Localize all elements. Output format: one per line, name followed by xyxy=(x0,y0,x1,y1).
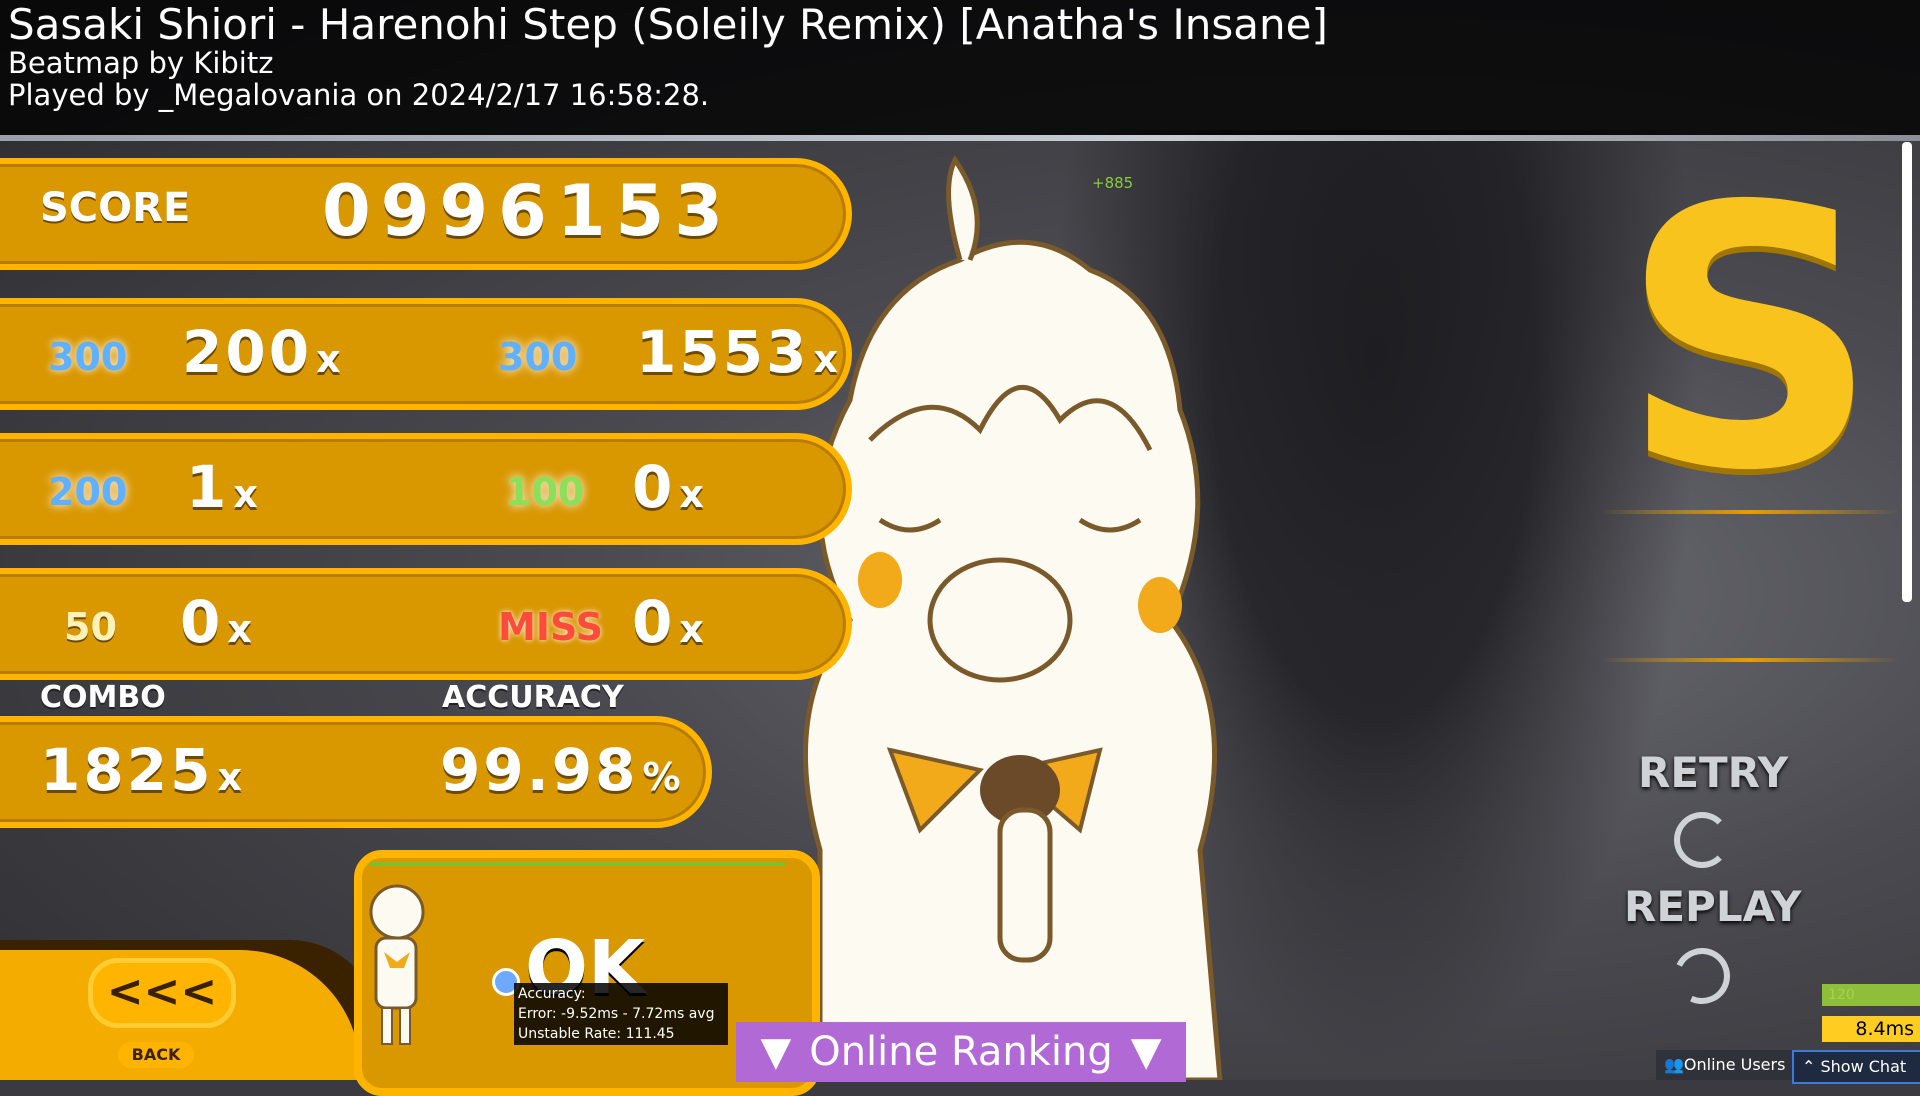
beatmap-mapper: Beatmap by Kibitz xyxy=(8,46,274,80)
hit-300-icon: 300 xyxy=(48,335,128,379)
hit-miss-icon: MISS xyxy=(498,605,603,649)
hit-50-icon: 50 xyxy=(64,605,117,649)
combo-value: 1825 x xyxy=(40,736,245,804)
chevron-up-icon: ⌃ xyxy=(1802,1057,1821,1076)
combo-label: COMBO xyxy=(40,680,166,715)
latency-meter: 8.4ms xyxy=(1822,1016,1920,1042)
accuracy-label: ACCURACY xyxy=(442,680,624,715)
play-info: Played by _Megalovania on 2024/2/17 16:5… xyxy=(8,78,710,112)
hits-panel-2 xyxy=(0,433,852,545)
retry-button[interactable]: RETRY xyxy=(1638,748,1788,797)
retry-icon[interactable] xyxy=(1674,812,1730,868)
hit-300-count: 200 x xyxy=(182,318,344,386)
replay-button[interactable]: REPLAY xyxy=(1624,882,1801,931)
fps-meter: 120 xyxy=(1822,984,1920,1006)
online-users-button[interactable]: 👥Online Users xyxy=(1656,1050,1810,1080)
hit-katu-icon: 100 xyxy=(505,470,585,514)
rank-grade: S xyxy=(1620,130,1880,549)
tooltip-line-1: Accuracy: xyxy=(518,986,586,1002)
scrollbar[interactable] xyxy=(1902,142,1912,602)
chevron-down-icon: ▼ xyxy=(1130,1029,1162,1075)
hit-katu-count: 0x xyxy=(632,453,707,521)
hit-100-count: 1x xyxy=(186,453,261,521)
online-ranking-button[interactable]: ▼ Online Ranking ▼ xyxy=(736,1022,1186,1082)
score-value: 0996153 xyxy=(322,170,733,252)
grade-divider-bottom xyxy=(1600,658,1900,662)
tooltip-line-2: Error: -9.52ms - 7.72ms avg xyxy=(518,1006,715,1022)
users-icon: 👥 xyxy=(1664,1055,1684,1074)
online-ranking-label: Online Ranking xyxy=(809,1029,1113,1075)
tooltip-line-3: Unstable Rate: 111.45 xyxy=(518,1026,675,1042)
back-label[interactable]: BACK xyxy=(118,1042,194,1068)
hit-100-icon: 200 xyxy=(48,470,128,514)
chevron-down-icon: ▼ xyxy=(760,1029,792,1075)
score-label: SCORE xyxy=(40,185,191,231)
show-chat-button[interactable]: ⌃ Show Chat xyxy=(1792,1050,1920,1084)
accuracy-value: 99.98% xyxy=(440,736,684,804)
beatmap-title: Sasaki Shiori - Harenohi Step (Soleily R… xyxy=(8,0,1328,49)
hits-panel-3 xyxy=(0,568,852,680)
back-button[interactable]: <<< xyxy=(88,958,236,1028)
online-users-label: Online Users xyxy=(1683,1055,1786,1074)
show-chat-label: Show Chat xyxy=(1820,1057,1907,1076)
hp-graph-line xyxy=(370,862,786,866)
accuracy-tooltip: Accuracy: Error: -9.52ms - 7.72ms avg Un… xyxy=(514,983,728,1045)
grade-divider-top xyxy=(1600,510,1900,514)
hit-geki-icon: 300 xyxy=(498,335,578,379)
mini-character-icon xyxy=(369,884,425,1045)
hit-miss-count: 0x xyxy=(632,588,707,656)
hit-geki-count: 1553 x xyxy=(636,318,841,386)
hit-50-count: 0x xyxy=(180,588,255,656)
score-gain: +885 xyxy=(1092,174,1134,192)
